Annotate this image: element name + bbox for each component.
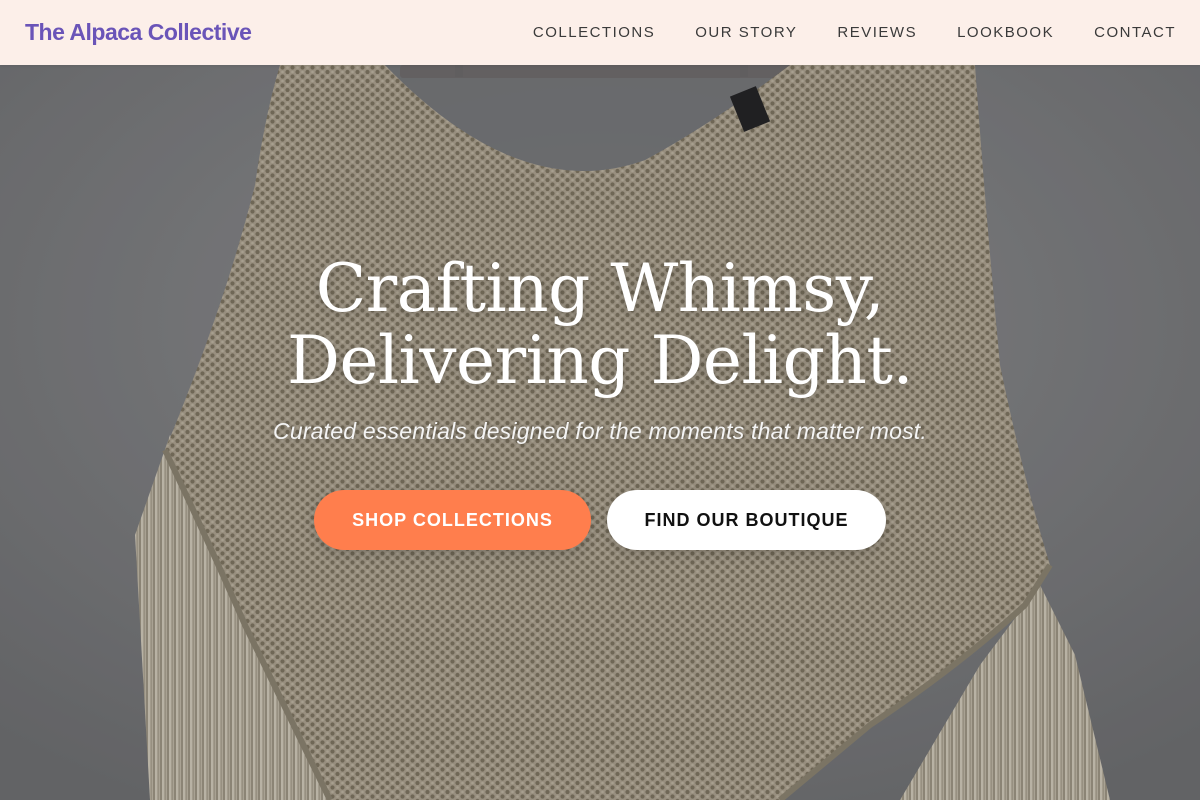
hero-title: Crafting Whimsy, Delivering Delight.: [0, 253, 1200, 397]
find-boutique-button[interactable]: FIND OUR BOUTIQUE: [607, 490, 886, 550]
main-nav: COLLECTIONS OUR STORY REVIEWS LOOKBOOK C…: [533, 24, 1176, 41]
site-header: The Alpaca Collective COLLECTIONS OUR ST…: [0, 0, 1200, 65]
hero-section: Crafting Whimsy, Delivering Delight. Cur…: [0, 65, 1200, 800]
hero-title-line-1: Crafting Whimsy,: [315, 250, 885, 327]
nav-lookbook[interactable]: LOOKBOOK: [957, 24, 1054, 41]
hero-subtitle: Curated essentials designed for the mome…: [273, 418, 927, 444]
brand-logo[interactable]: The Alpaca Collective: [25, 19, 252, 46]
nav-contact[interactable]: CONTACT: [1094, 24, 1176, 41]
nav-collections[interactable]: COLLECTIONS: [533, 24, 655, 41]
nav-reviews[interactable]: REVIEWS: [837, 24, 917, 41]
hero-title-line-2: Delivering Delight.: [287, 322, 913, 399]
nav-our-story[interactable]: OUR STORY: [695, 24, 797, 41]
hero-cta-group: SHOP COLLECTIONS FIND OUR BOUTIQUE: [0, 490, 1200, 550]
shop-collections-button[interactable]: SHOP COLLECTIONS: [314, 490, 591, 550]
